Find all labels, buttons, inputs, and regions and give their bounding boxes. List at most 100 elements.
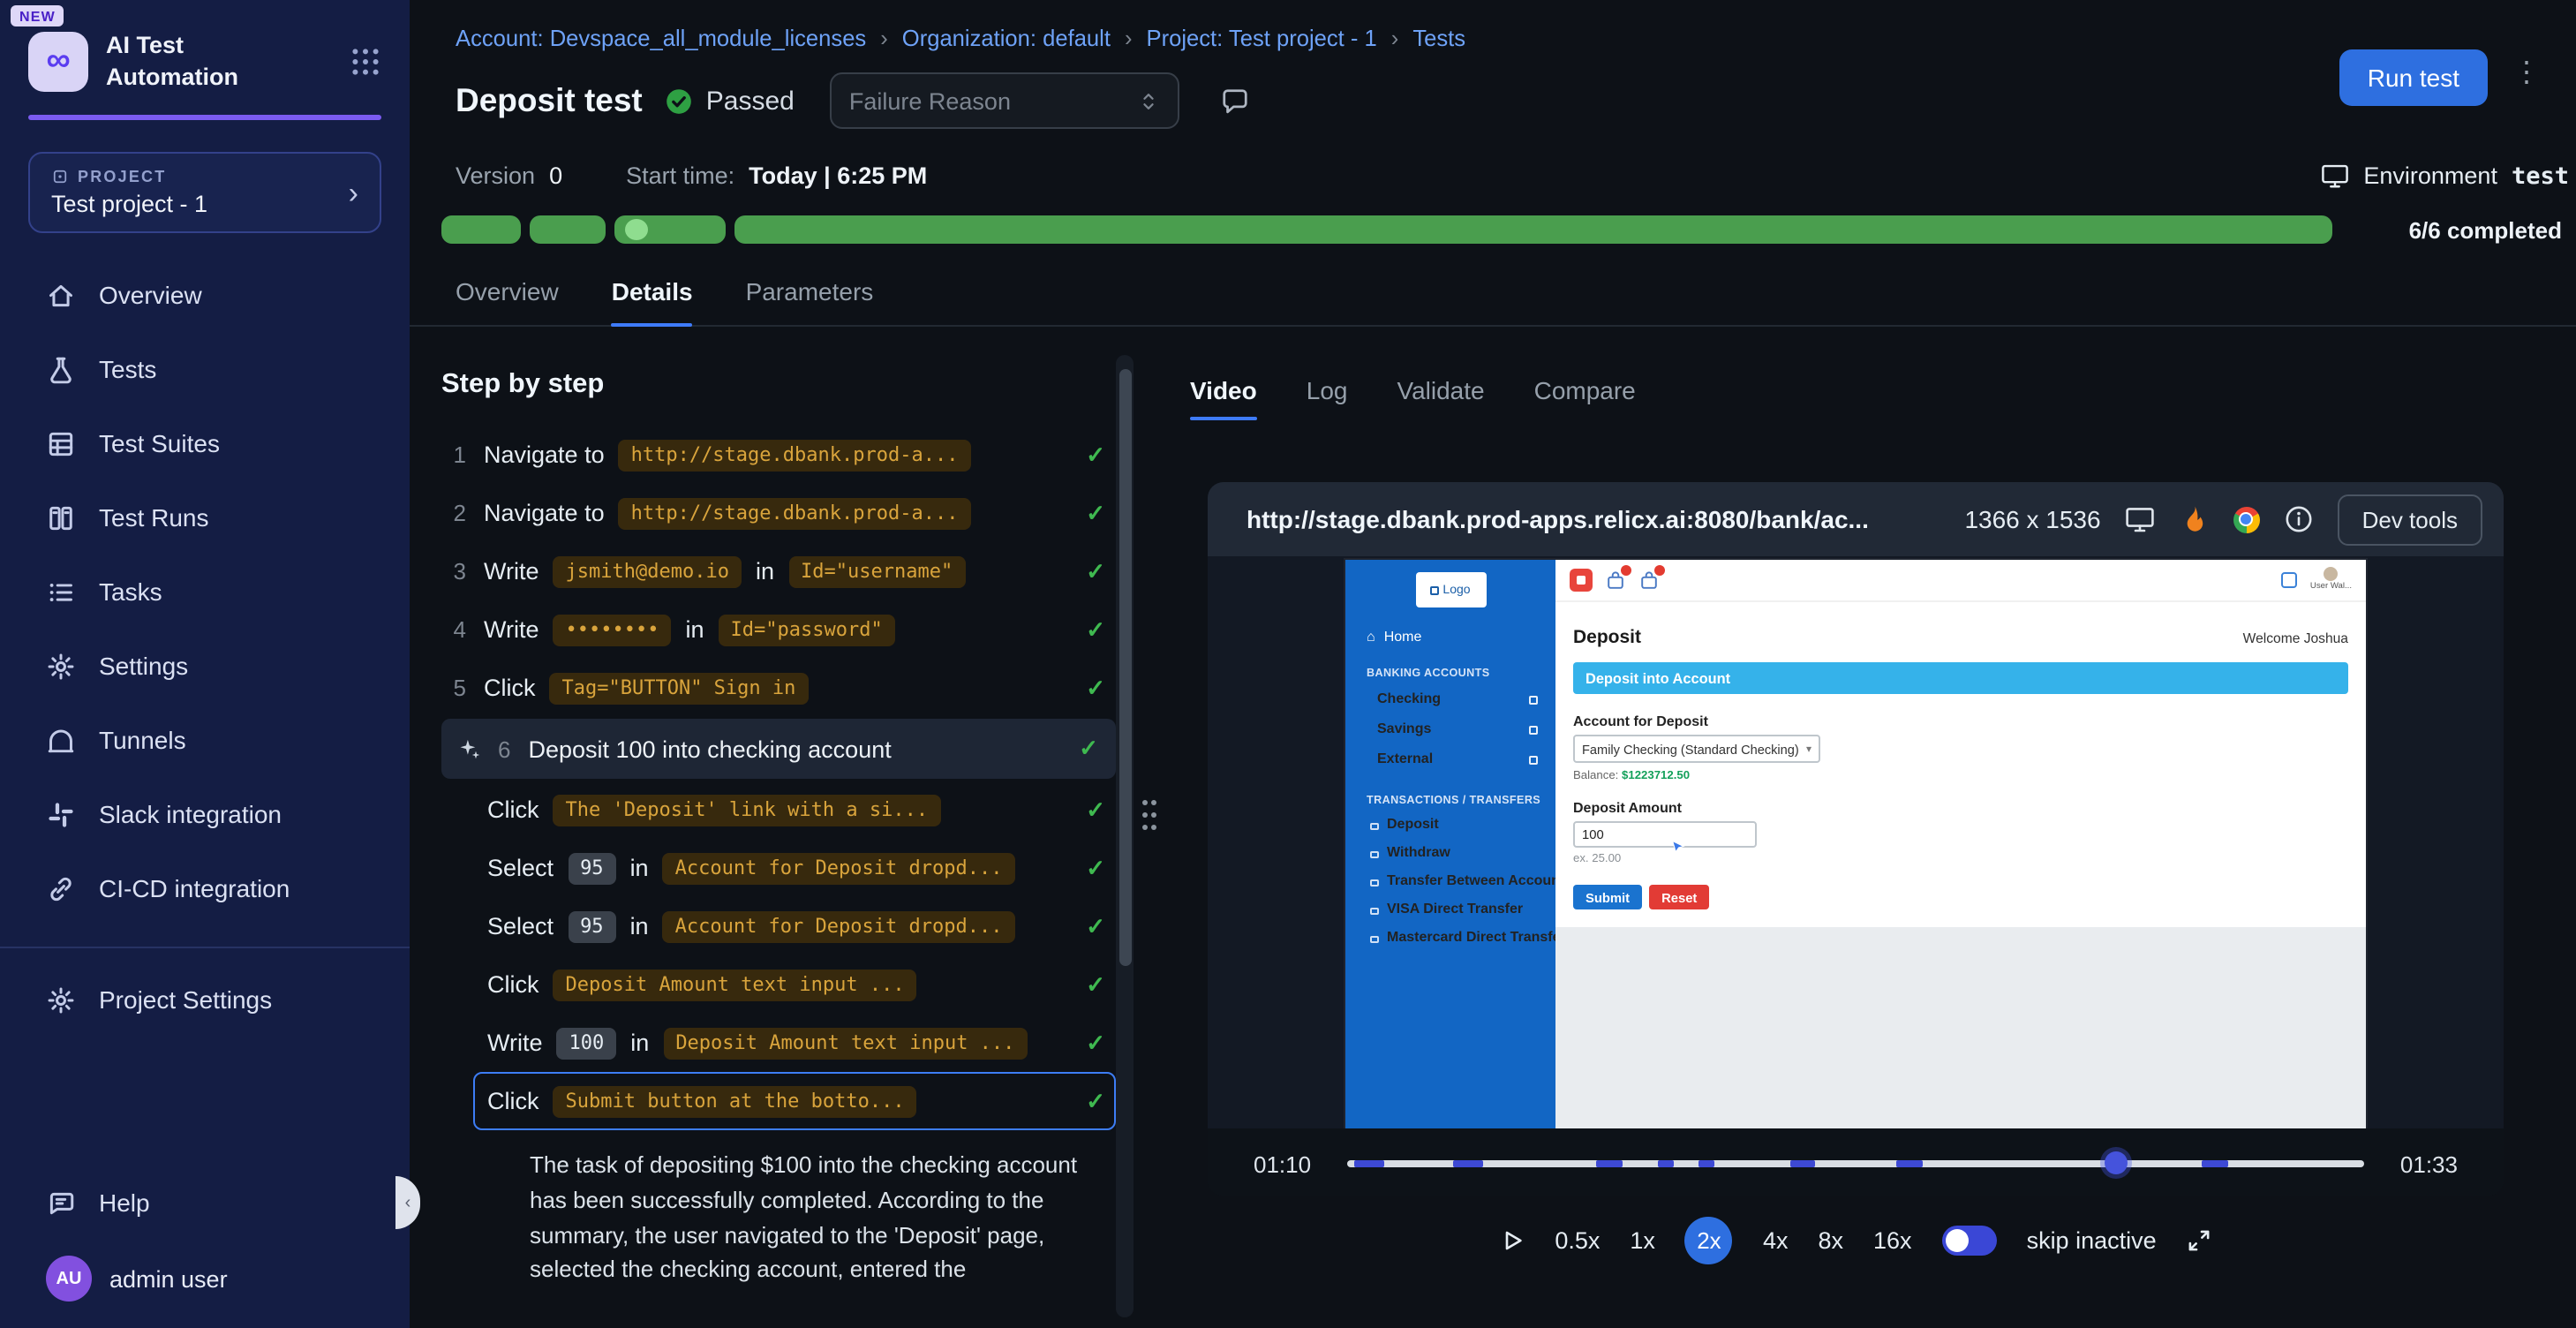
step-target-chip[interactable]: Id="username" — [788, 555, 965, 587]
tab-details[interactable]: Details — [612, 277, 693, 325]
step-target-chip[interactable]: Deposit Amount text input ... — [663, 1027, 1027, 1059]
step-target-chip[interactable]: 100 — [557, 1027, 617, 1059]
step-group-row[interactable]: 6Deposit 100 into checking account✓ — [441, 719, 1116, 779]
bank-page-header: Deposit Welcome Joshua — [1555, 602, 2366, 659]
step-target-chip[interactable]: 95 — [568, 910, 616, 942]
info-icon[interactable] — [2283, 503, 2315, 535]
sidebar-item-project-settings[interactable]: Project Settings — [0, 962, 410, 1037]
step-row[interactable]: Select95inAccount for Deposit dropd...✓ — [473, 897, 1116, 955]
step-target-chip[interactable]: Id="password" — [719, 614, 895, 645]
step-row[interactable]: ClickThe 'Deposit' link with a si...✓ — [473, 781, 1116, 839]
breadcrumb-link[interactable]: Tests — [1412, 25, 1465, 51]
speed-8x[interactable]: 8x — [1818, 1227, 1843, 1254]
run-test-button[interactable]: Run test — [2339, 49, 2488, 106]
step-row[interactable]: ClickDeposit Amount text input ...✓ — [473, 955, 1116, 1014]
step-row[interactable]: 3Writejsmith@demo.ioinId="username"✓ — [441, 542, 1116, 600]
kebab-menu-icon[interactable]: ⋮ — [2512, 58, 2541, 89]
extension-icon[interactable] — [1605, 570, 1626, 591]
step-target-chip[interactable]: 95 — [568, 852, 616, 884]
sidebar-item-slack-integration[interactable]: Slack integration — [0, 777, 410, 851]
step-row-selected[interactable]: ClickSubmit button at the botto...✓ — [473, 1072, 1116, 1130]
sidebar-item-overview[interactable]: Overview — [0, 258, 410, 332]
tunnel-icon — [46, 725, 76, 755]
step-target-chip[interactable]: •••••••• — [554, 614, 672, 645]
step-row[interactable]: 2Navigate tohttp://stage.dbank.prod-a...… — [441, 484, 1116, 542]
breadcrumb-link[interactable]: Project: Test project - 1 — [1147, 25, 1377, 51]
bank-reset-button[interactable]: Reset — [1649, 885, 1709, 909]
sidebar-item-test-suites[interactable]: Test Suites — [0, 406, 410, 480]
fullscreen-icon[interactable] — [2187, 1227, 2213, 1254]
timeline-thumb[interactable] — [2105, 1152, 2128, 1175]
account-select[interactable]: Family Checking (Standard Checking) ▾ — [1573, 735, 1820, 763]
timeline-track[interactable] — [1346, 1161, 2365, 1167]
step-target-chip[interactable]: Account for Deposit dropd... — [663, 910, 1015, 942]
project-selector[interactable]: PROJECT Test project - 1 › — [28, 152, 381, 233]
step-row[interactable]: Write100inDeposit Amount text input ...✓ — [473, 1014, 1116, 1072]
bank-nav-withdraw[interactable]: Withdraw — [1345, 841, 1555, 869]
failure-reason-select[interactable]: Failure Reason — [830, 72, 1179, 129]
sidebar-item-test-runs[interactable]: Test Runs — [0, 480, 410, 555]
speed-1x[interactable]: 1x — [1630, 1227, 1655, 1254]
bank-nav-mastercard-direct-transfer[interactable]: Mastercard Direct Transfer — [1345, 925, 1555, 954]
dev-tools-button[interactable]: Dev tools — [2338, 494, 2482, 545]
step-row[interactable]: 4Write••••••••inId="password"✓ — [441, 600, 1116, 659]
steps-scrollbar[interactable] — [1116, 355, 1134, 1317]
sidebar-item-ci-cd-integration[interactable]: CI-CD integration — [0, 851, 410, 925]
bank-nav-savings[interactable]: Savings — [1345, 715, 1555, 745]
sidebar-item-tasks[interactable]: Tasks — [0, 555, 410, 629]
tab-overview[interactable]: Overview — [456, 277, 559, 325]
step-row[interactable]: 5ClickTag="BUTTON" Sign in✓ — [441, 659, 1116, 717]
video-tab-compare[interactable]: Compare — [1534, 376, 1636, 419]
step-target-chip[interactable]: http://stage.dbank.prod-a... — [619, 497, 971, 529]
bank-submit-button[interactable]: Submit — [1573, 885, 1642, 909]
bank-nav-external[interactable]: External — [1345, 745, 1555, 775]
skip-inactive-toggle[interactable] — [1942, 1226, 1997, 1256]
monitor-icon[interactable] — [2124, 503, 2156, 535]
bank-nav-deposit[interactable]: Deposit — [1345, 812, 1555, 841]
step-row[interactable]: Select95inAccount for Deposit dropd...✓ — [473, 839, 1116, 897]
step-row[interactable]: 1Navigate tohttp://stage.dbank.prod-a...… — [441, 426, 1116, 484]
version-value: 0 — [549, 162, 562, 189]
speed-16x[interactable]: 16x — [1873, 1227, 1912, 1254]
flame-icon[interactable] — [2179, 503, 2211, 535]
play-icon[interactable] — [1498, 1227, 1525, 1254]
panel-resize-handle[interactable] — [1142, 800, 1160, 837]
recorder-extension-icon[interactable] — [1570, 569, 1593, 592]
user-menu[interactable]: AU admin user — [0, 1240, 410, 1317]
chrome-icon[interactable] — [2233, 506, 2260, 532]
extension-icon[interactable] — [1638, 570, 1660, 591]
bank-nav-checking[interactable]: Checking — [1345, 685, 1555, 715]
extension-square-icon[interactable] — [2282, 572, 2298, 588]
video-tab-video[interactable]: Video — [1190, 376, 1257, 419]
step-target-chip[interactable]: The 'Deposit' link with a si... — [554, 794, 941, 826]
bank-nav-visa-direct-transfer[interactable]: VISA Direct Transfer — [1345, 897, 1555, 925]
environment: Environment test — [2319, 161, 2569, 191]
sidebar-item-settings[interactable]: Settings — [0, 629, 410, 703]
step-target-chip[interactable]: Submit button at the botto... — [554, 1085, 917, 1117]
sidebar-item-help[interactable]: Help — [0, 1166, 410, 1240]
step-target-chip[interactable]: jsmith@demo.io — [554, 555, 742, 587]
sidebar-item-tests[interactable]: Tests — [0, 332, 410, 406]
apps-grid-icon[interactable] — [350, 45, 381, 77]
speed-4x[interactable]: 4x — [1763, 1227, 1789, 1254]
speed-2x[interactable]: 2x — [1685, 1217, 1733, 1264]
step-target-chip[interactable]: Account for Deposit dropd... — [663, 852, 1015, 884]
video-tab-validate[interactable]: Validate — [1397, 376, 1484, 419]
breadcrumb-link[interactable]: Organization: default — [902, 25, 1111, 51]
step-target-chip[interactable]: Tag="BUTTON" Sign in — [550, 672, 809, 704]
video-tab-log[interactable]: Log — [1307, 376, 1348, 419]
step-target-chip[interactable]: http://stage.dbank.prod-a... — [619, 439, 971, 471]
step-number: 3 — [443, 558, 466, 585]
step-target-chip[interactable]: Deposit Amount text input ... — [554, 969, 917, 1000]
bank-nav-transfer-between-accounts[interactable]: Transfer Between Accounts — [1345, 869, 1555, 897]
bank-nav-home[interactable]: ⌂ Home — [1345, 623, 1555, 648]
sidebar-item-tunnels[interactable]: Tunnels — [0, 703, 410, 777]
breadcrumb-link[interactable]: Account: Devspace_all_module_licenses — [456, 25, 866, 51]
comment-icon[interactable] — [1218, 84, 1252, 117]
scrollbar-thumb[interactable] — [1119, 369, 1131, 966]
speed-0-5x[interactable]: 0.5x — [1555, 1227, 1600, 1254]
amount-input[interactable]: 100 — [1573, 821, 1757, 848]
project-label-row: PROJECT — [51, 168, 207, 185]
tab-parameters[interactable]: Parameters — [746, 277, 874, 325]
bank-nav-label: Transfer Between Accounts — [1387, 872, 1555, 888]
